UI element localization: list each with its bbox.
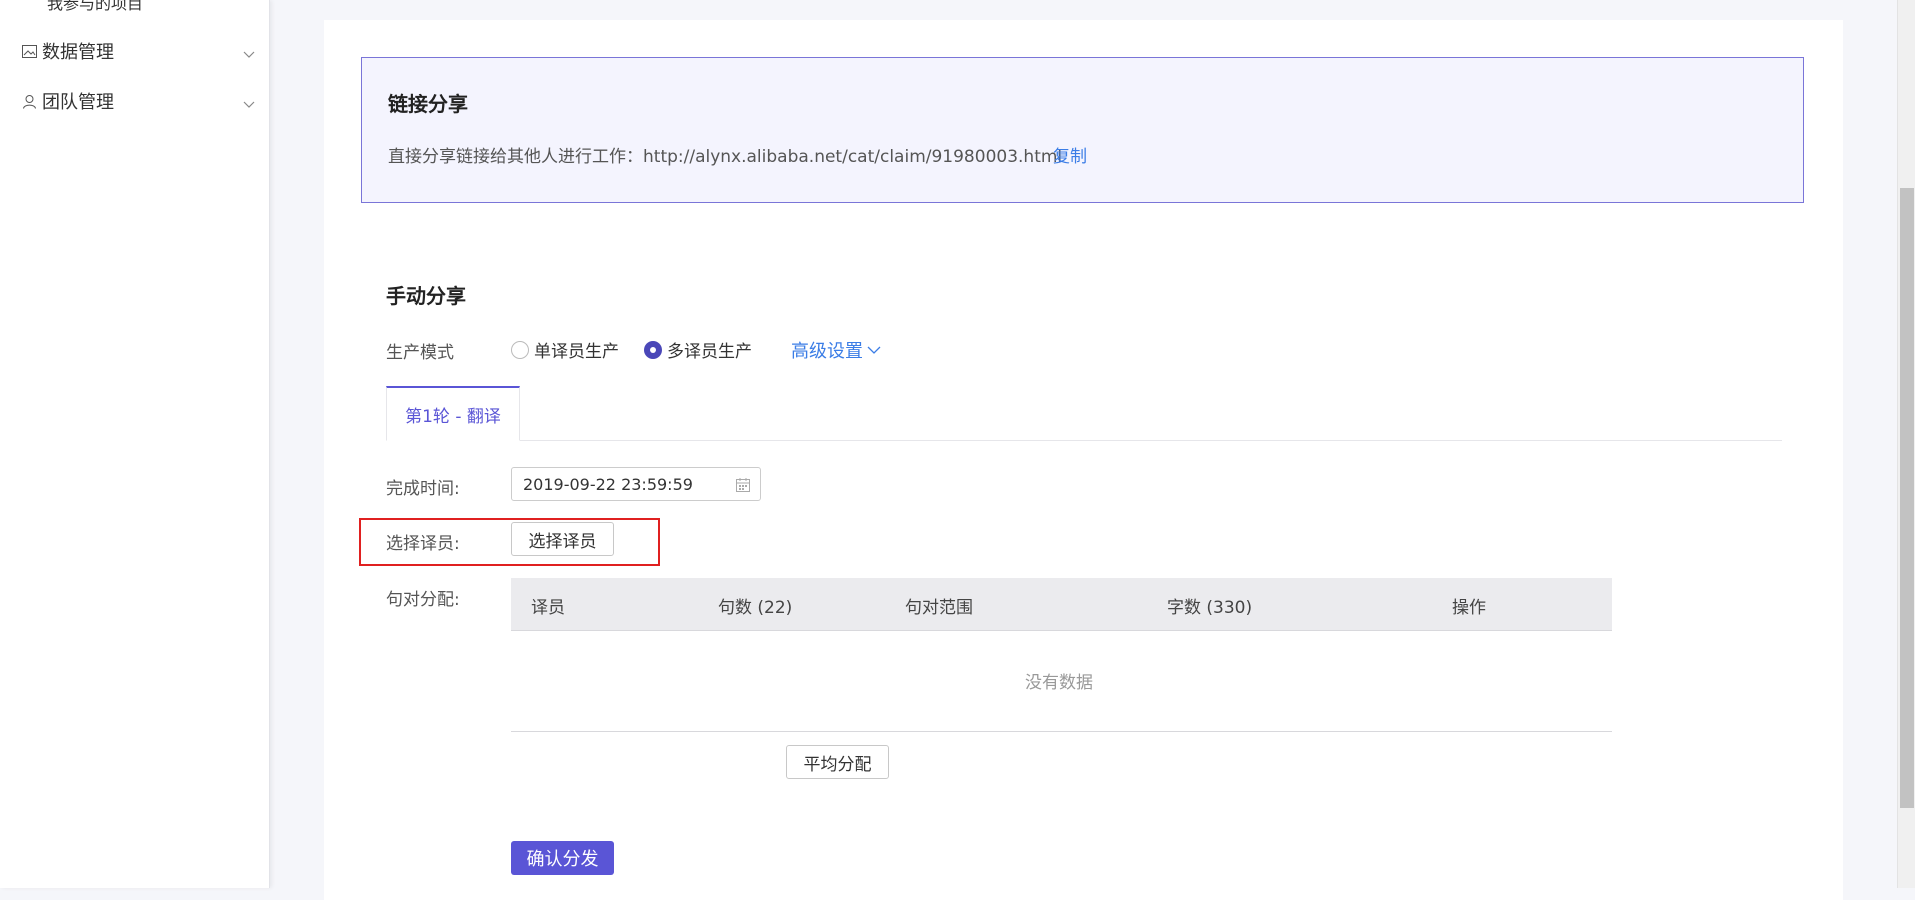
radio-multi-translator[interactable]: 多译员生产 — [644, 337, 752, 362]
radio-single-translator[interactable]: 单译员生产 — [511, 337, 619, 362]
deadline-label: 完成时间: — [386, 479, 460, 499]
confirm-distribute-button[interactable]: 确认分发 — [511, 841, 614, 875]
sidebar: 我参与的项目 数据管理 团队管理 — [0, 0, 270, 888]
page-scrollbar[interactable] — [1897, 0, 1915, 888]
chevron-down-icon — [243, 44, 255, 64]
manual-share-title: 手动分享 — [386, 284, 466, 308]
link-share-panel: 链接分享 直接分享链接给其他人进行工作：http://alynx.alibaba… — [361, 57, 1804, 203]
column-header-sentence-range: 句对范围 — [905, 598, 973, 618]
share-link-text: 直接分享链接给其他人进行工作：http://alynx.alibaba.net/… — [388, 147, 1063, 167]
radio-label: 单译员生产 — [534, 342, 619, 362]
user-icon — [22, 93, 38, 109]
scrollbar-thumb[interactable] — [1900, 188, 1914, 808]
radio-checked-icon — [644, 340, 662, 359]
average-allocation-button[interactable]: 平均分配 — [786, 745, 889, 779]
radio-unchecked-icon — [511, 340, 529, 359]
column-header-sentence-count: 句数 (22) — [718, 598, 793, 618]
allocation-table: 译员 句数 (22) 句对范围 字数 (330) 操作 没有数据 — [511, 578, 1612, 732]
allocation-label: 句对分配: — [386, 590, 460, 610]
advanced-settings-label: 高级设置 — [791, 341, 863, 362]
column-header-word-count: 字数 (330) — [1167, 598, 1253, 618]
table-header: 译员 句数 (22) 句对范围 字数 (330) 操作 — [511, 578, 1612, 631]
sidebar-item-label: 团队管理 — [42, 92, 114, 113]
calendar-icon — [736, 477, 750, 496]
sidebar-item-data-management[interactable]: 数据管理 — [0, 31, 269, 71]
link-share-title: 链接分享 — [388, 92, 468, 116]
sidebar-item-my-projects[interactable]: 我参与的项目 — [47, 0, 143, 14]
column-header-translator: 译员 — [531, 598, 565, 618]
production-mode-label: 生产模式 — [386, 343, 454, 363]
image-icon — [22, 43, 38, 59]
advanced-settings-link[interactable]: 高级设置 — [791, 337, 881, 363]
sidebar-item-label: 数据管理 — [42, 42, 114, 63]
column-header-actions: 操作 — [1452, 598, 1486, 618]
sidebar-item-team-management[interactable]: 团队管理 — [0, 81, 269, 121]
deadline-value: 2019-09-22 23:59:59 — [523, 474, 693, 494]
copy-link-button[interactable]: 复制 — [1053, 142, 1087, 167]
chevron-down-icon — [867, 346, 881, 355]
chevron-down-icon — [243, 94, 255, 114]
deadline-date-input[interactable]: 2019-09-22 23:59:59 — [511, 467, 761, 501]
tab-round-1-translation[interactable]: 第1轮 - 翻译 — [386, 386, 520, 441]
tab-bar-divider — [386, 440, 1782, 441]
table-empty-row: 没有数据 — [511, 631, 1612, 732]
annotation-highlight-box — [359, 518, 660, 566]
radio-label: 多译员生产 — [667, 342, 752, 362]
empty-state-text: 没有数据 — [1025, 673, 1093, 693]
